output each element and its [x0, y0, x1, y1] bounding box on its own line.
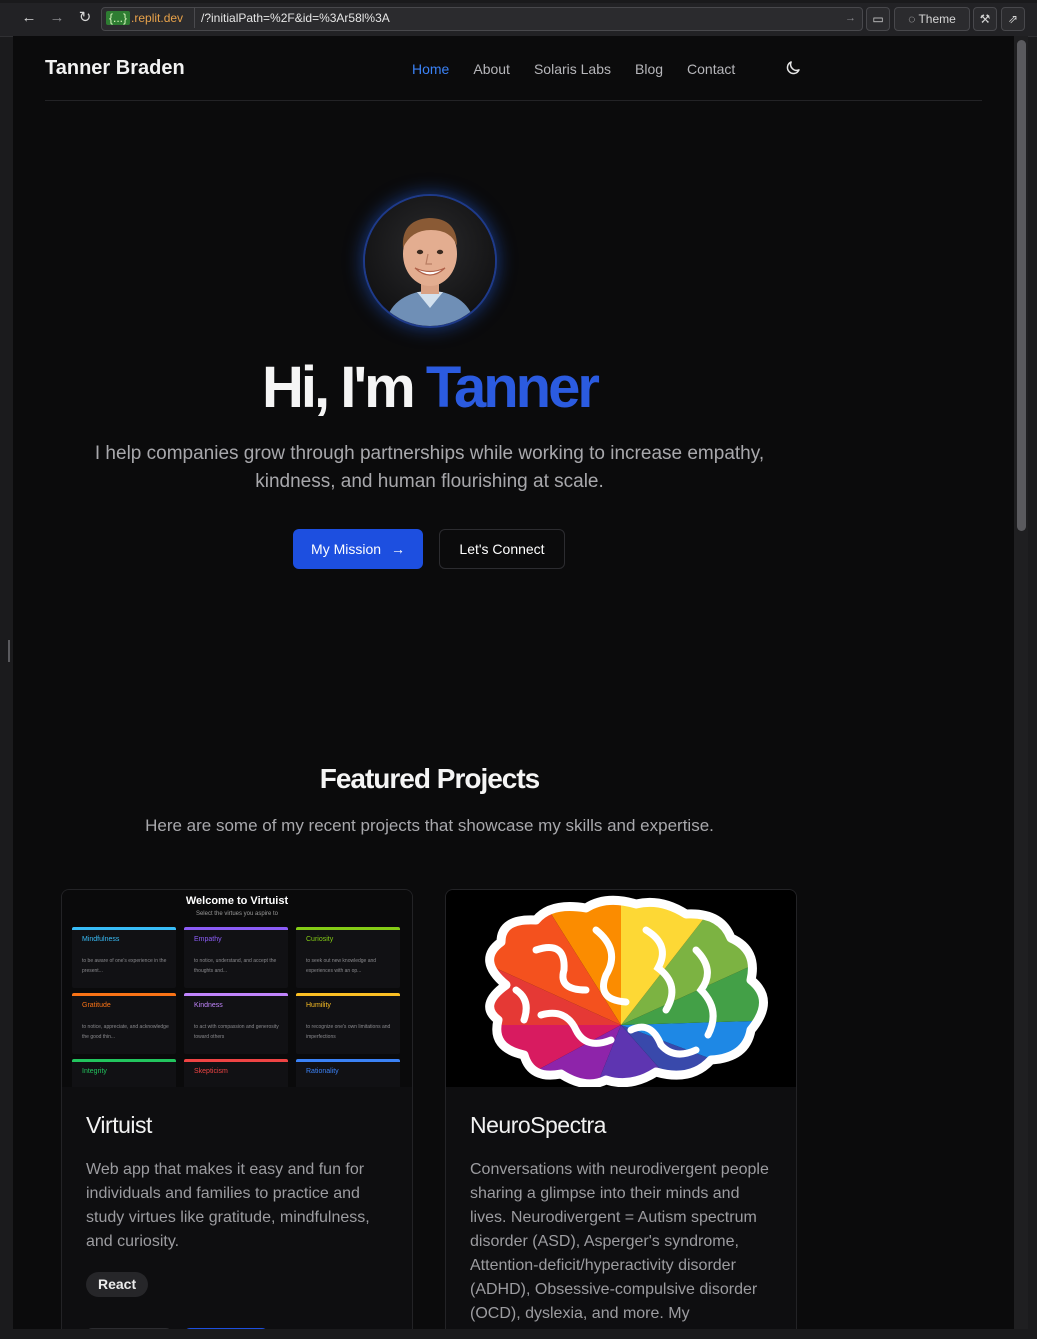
url-host-badge: {...}: [106, 11, 131, 25]
back-icon[interactable]: ←: [20, 9, 38, 27]
nav-blog[interactable]: Blog: [635, 60, 663, 78]
virtuist-screenshot: Welcome to Virtuist Select the virtues y…: [62, 890, 412, 1087]
forward-icon[interactable]: →: [48, 9, 66, 27]
palette-icon: ◌: [908, 12, 916, 26]
virtue-tile: Kindness to act with compassion and gener…: [184, 993, 288, 1054]
nav-solaris-labs[interactable]: Solaris Labs: [534, 60, 611, 78]
resize-handle[interactable]: [8, 640, 10, 662]
my-mission-label: My Mission: [311, 541, 382, 557]
virtue-tile-description: to act with compassion and generosity to…: [194, 1024, 279, 1040]
theme-label: Theme: [918, 12, 956, 26]
virtuist-thumb-title: Welcome to Virtuist: [185, 895, 289, 907]
project-description: Conversations with neurodivergent people…: [470, 1161, 769, 1322]
url-host-text: .replit.dev: [131, 11, 184, 25]
virtue-tile: Humility to recognize one's own limitatio…: [296, 993, 400, 1054]
browser-toolbar: ← → ↻ {...} .replit.dev /?initialPath=%2F…: [0, 0, 1037, 37]
virtue-tile-name: Integrity: [82, 1068, 107, 1075]
devtools-icon[interactable]: ⚒: [973, 7, 997, 31]
scrollbar-thumb[interactable]: [1017, 40, 1026, 531]
go-arrow-icon[interactable]: →: [845, 8, 856, 28]
virtue-tile-description: to be aware of one's experience in the p…: [82, 958, 167, 974]
hero-subtitle: I help companies grow through partnershi…: [94, 443, 765, 492]
hero-title-prefix: Hi, I'm: [262, 355, 426, 420]
header-divider: [45, 100, 982, 101]
nav-contact[interactable]: Contact: [687, 60, 735, 78]
lets-connect-button[interactable]: Let's Connect: [439, 529, 565, 569]
virtue-tile-name: Gratitude: [82, 1002, 111, 1009]
virtue-tile: Gratitude to notice, appreciate, and ackn…: [72, 993, 176, 1054]
site-brand[interactable]: Tanner Braden: [45, 57, 185, 80]
projects-title: Featured Projects: [319, 763, 541, 794]
hero-title: Hi, I'm Tanner: [13, 354, 846, 421]
url-host: {...} .replit.dev: [104, 9, 188, 27]
nav-about[interactable]: About: [473, 60, 510, 78]
project-description: Web app that makes it easy and fun for i…: [86, 1161, 370, 1250]
project-title[interactable]: Virtuist: [86, 1112, 152, 1139]
avatar-portrait: [365, 196, 495, 326]
virtue-tile: Integrity: [72, 1059, 176, 1087]
virtue-tile-name: Mindfulness: [82, 936, 120, 943]
url-path[interactable]: /?initialPath=%2F&id=%3Ar58l%3A: [201, 8, 390, 28]
tech-tag: React: [86, 1272, 149, 1297]
device-preview-icon[interactable]: ▭: [866, 7, 890, 31]
page-viewport: Tanner Braden Home About Solaris Labs Bl…: [13, 36, 1014, 1329]
projects-subtitle: Here are some of my recent projects that…: [145, 816, 714, 835]
site-nav: Home About Solaris Labs Blog Contact: [412, 60, 759, 78]
virtue-tile-name: Empathy: [194, 936, 222, 943]
reload-icon[interactable]: ↻: [76, 9, 94, 27]
virtue-tile-name: Humility: [306, 1002, 331, 1009]
tab-strip-edge: [0, 0, 1037, 3]
virtue-tile: Skepticism: [184, 1059, 288, 1087]
nav-home[interactable]: Home: [412, 60, 449, 78]
url-divider: [194, 8, 195, 28]
project-card-virtuist[interactable]: Welcome to Virtuist Select the virtues y…: [61, 889, 413, 1329]
virtue-tile-name: Kindness: [194, 1002, 223, 1009]
virtue-tile: Rationality: [296, 1059, 400, 1087]
window-bottom-edge: [0, 1329, 1037, 1339]
virtue-tile-name: Rationality: [306, 1068, 339, 1075]
arrow-right-icon: →: [390, 541, 405, 557]
address-bar[interactable]: {...} .replit.dev /?initialPath=%2F&id=%3…: [101, 7, 863, 31]
virtue-tile: Curiosity to seek out new knowledge and e…: [296, 927, 400, 988]
profile-avatar: [363, 194, 497, 328]
rainbow-brain-icon: [485, 895, 768, 1087]
moon-icon[interactable]: [784, 59, 802, 77]
virtue-tile-name: Skepticism: [194, 1068, 228, 1075]
my-mission-button[interactable]: My Mission →: [293, 529, 423, 569]
hero-title-name: Tanner: [425, 355, 600, 420]
virtue-tile-description: to seek out new knowledge and experience…: [306, 958, 377, 974]
project-card-neurospectra[interactable]: NeuroSpectra Conversations with neurodiv…: [445, 889, 797, 1329]
neurospectra-brain-image: [446, 890, 796, 1087]
virtue-tile-description: to recognize one's own limitations and i…: [306, 1024, 391, 1040]
virtue-tile: Empathy to notice, understand, and accept…: [184, 927, 288, 988]
virtue-tile-name: Curiosity: [306, 936, 334, 943]
virtue-tile: Mindfulness to be aware of one's experien…: [72, 927, 176, 988]
virtue-tile-description: to notice, understand, and accept the th…: [194, 958, 277, 974]
project-title[interactable]: NeuroSpectra: [470, 1112, 606, 1139]
open-external-icon[interactable]: ⇗: [1001, 7, 1025, 31]
theme-button[interactable]: ◌ Theme: [894, 7, 970, 31]
virtue-tile-description: to notice, appreciate, and acknowledge t…: [82, 1024, 169, 1040]
virtuist-thumb-subtitle: Select the virtues you aspire to: [195, 911, 279, 917]
